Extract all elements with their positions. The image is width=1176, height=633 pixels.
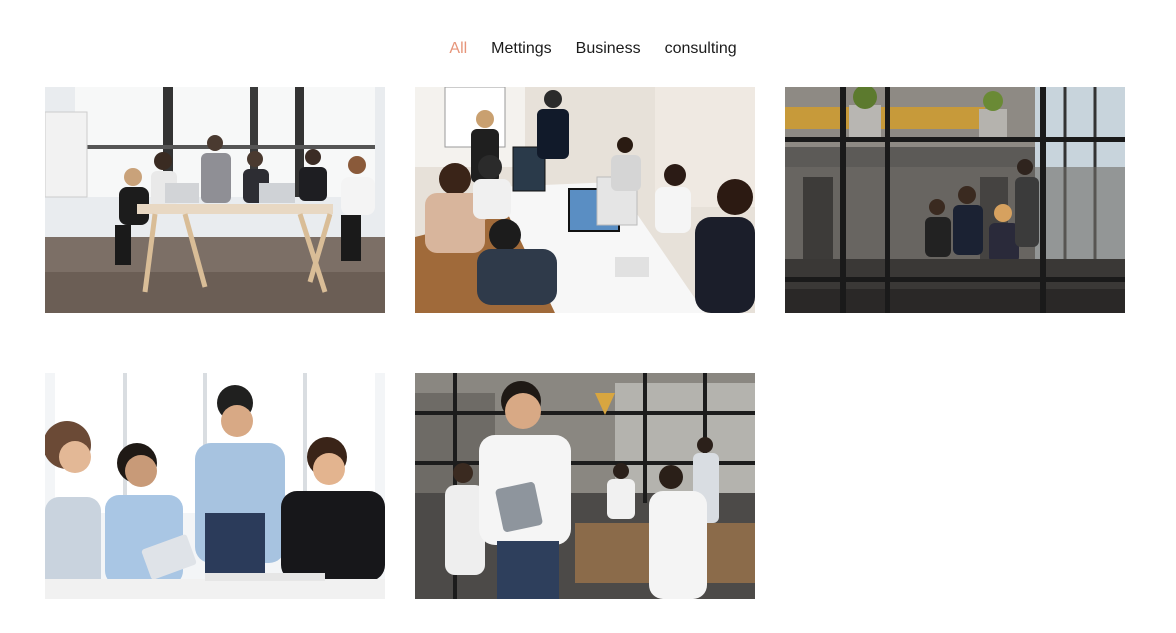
filter-meetings[interactable]: Mettings xyxy=(491,38,551,60)
filter-business[interactable]: Business xyxy=(576,38,641,60)
portfolio-filter-bar: All Mettings Business consulting xyxy=(0,38,1176,60)
open-office-image xyxy=(785,87,1125,313)
gallery-photo-open-office[interactable] xyxy=(785,87,1125,313)
colleagues-documents-image xyxy=(45,373,385,599)
gallery-photo-meeting-table[interactable] xyxy=(45,87,385,313)
filter-consulting[interactable]: consulting xyxy=(665,38,737,60)
filter-all[interactable]: All xyxy=(449,38,467,60)
meeting-table-image xyxy=(45,87,385,313)
gallery-photo-colleagues-documents[interactable] xyxy=(45,373,385,599)
gallery-photo-team-monitors[interactable] xyxy=(415,87,755,313)
smiling-man-image xyxy=(415,373,755,599)
gallery-photo-smiling-man[interactable] xyxy=(415,373,755,599)
portfolio-page: All Mettings Business consulting xyxy=(0,0,1176,633)
team-monitors-image xyxy=(415,87,755,313)
